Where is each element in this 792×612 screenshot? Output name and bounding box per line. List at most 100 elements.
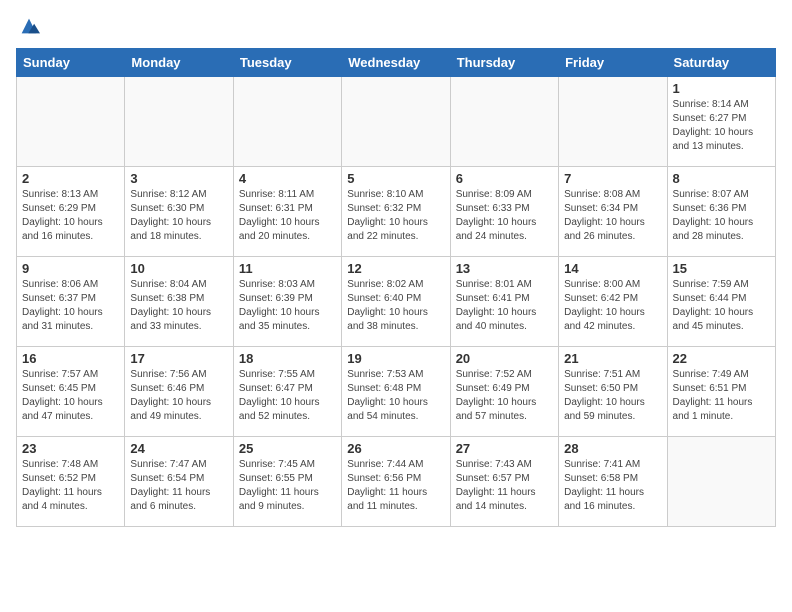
day-info: Sunrise: 7:45 AM Sunset: 6:55 PM Dayligh… [239, 458, 336, 514]
day-number: 13 [456, 261, 553, 276]
day-number: 22 [673, 351, 770, 366]
calendar-cell: 9 Sunrise: 8:06 AM Sunset: 6:37 PM Daylig… [17, 256, 125, 346]
day-number: 6 [456, 171, 553, 186]
calendar-header: SundayMondayTuesdayWednesdayThursdayFrid… [17, 48, 776, 76]
day-info: Sunrise: 8:10 AM Sunset: 6:32 PM Dayligh… [347, 188, 444, 244]
day-info: Sunrise: 7:56 AM Sunset: 6:46 PM Dayligh… [130, 368, 227, 424]
calendar-table: SundayMondayTuesdayWednesdayThursdayFrid… [16, 48, 776, 527]
calendar-cell: 20 Sunrise: 7:52 AM Sunset: 6:49 PM Dayli… [450, 346, 558, 436]
calendar-cell: 18 Sunrise: 7:55 AM Sunset: 6:47 PM Dayli… [233, 346, 341, 436]
calendar-cell: 13Sunrise: 8:01 AM Sunset: 6:41 PM Dayli… [450, 256, 558, 346]
calendar-week-1: 2Sunrise: 8:13 AM Sunset: 6:29 PM Daylig… [17, 166, 776, 256]
day-number: 28 [564, 441, 661, 456]
calendar-cell: 16Sunrise: 7:57 AM Sunset: 6:45 PM Dayli… [17, 346, 125, 436]
day-info: Sunrise: 7:57 AM Sunset: 6:45 PM Dayligh… [22, 368, 119, 424]
calendar-page: SundayMondayTuesdayWednesdayThursdayFrid… [0, 0, 792, 537]
calendar-cell: 21 Sunrise: 7:51 AM Sunset: 6:50 PM Dayli… [559, 346, 667, 436]
calendar-cell [342, 76, 450, 166]
logo-blue [16, 20, 40, 40]
calendar-cell [233, 76, 341, 166]
day-number: 11 [239, 261, 336, 276]
calendar-cell: 28 Sunrise: 7:41 AM Sunset: 6:58 PM Dayli… [559, 436, 667, 526]
day-info: Sunrise: 8:14 AM Sunset: 6:27 PM Dayligh… [673, 98, 770, 154]
day-number: 17 [130, 351, 227, 366]
day-number: 1 [673, 81, 770, 96]
day-info: Sunrise: 8:07 AM Sunset: 6:36 PM Dayligh… [673, 188, 770, 244]
day-number: 2 [22, 171, 119, 186]
calendar-cell: 25 Sunrise: 7:45 AM Sunset: 6:55 PM Dayli… [233, 436, 341, 526]
day-info: Sunrise: 7:52 AM Sunset: 6:49 PM Dayligh… [456, 368, 553, 424]
day-number: 23 [22, 441, 119, 456]
day-info: Sunrise: 7:59 AM Sunset: 6:44 PM Dayligh… [673, 278, 770, 334]
day-info: Sunrise: 8:09 AM Sunset: 6:33 PM Dayligh… [456, 188, 553, 244]
day-number: 3 [130, 171, 227, 186]
calendar-cell: 10 Sunrise: 8:04 AM Sunset: 6:38 PM Dayli… [125, 256, 233, 346]
day-info: Sunrise: 7:41 AM Sunset: 6:58 PM Dayligh… [564, 458, 661, 514]
day-info: Sunrise: 8:11 AM Sunset: 6:31 PM Dayligh… [239, 188, 336, 244]
calendar-cell: 22 Sunrise: 7:49 AM Sunset: 6:51 PM Dayli… [667, 346, 775, 436]
day-info: Sunrise: 7:48 AM Sunset: 6:52 PM Dayligh… [22, 458, 119, 514]
day-info: Sunrise: 8:02 AM Sunset: 6:40 PM Dayligh… [347, 278, 444, 334]
day-number: 24 [130, 441, 227, 456]
logo-icon [18, 15, 40, 37]
calendar-cell [125, 76, 233, 166]
calendar-cell: 19 Sunrise: 7:53 AM Sunset: 6:48 PM Dayli… [342, 346, 450, 436]
header [16, 16, 776, 40]
calendar-cell [17, 76, 125, 166]
calendar-cell: 27Sunrise: 7:43 AM Sunset: 6:57 PM Dayli… [450, 436, 558, 526]
calendar-cell: 24 Sunrise: 7:47 AM Sunset: 6:54 PM Dayli… [125, 436, 233, 526]
calendar-cell: 1 Sunrise: 8:14 AM Sunset: 6:27 PM Daylig… [667, 76, 775, 166]
logo-text [16, 20, 40, 40]
weekday-header-sunday: Sunday [17, 48, 125, 76]
day-info: Sunrise: 8:08 AM Sunset: 6:34 PM Dayligh… [564, 188, 661, 244]
logo [16, 20, 40, 40]
day-number: 25 [239, 441, 336, 456]
calendar-cell: 8Sunrise: 8:07 AM Sunset: 6:36 PM Daylig… [667, 166, 775, 256]
day-number: 20 [456, 351, 553, 366]
weekday-row: SundayMondayTuesdayWednesdayThursdayFrid… [17, 48, 776, 76]
day-number: 7 [564, 171, 661, 186]
day-number: 21 [564, 351, 661, 366]
calendar-cell: 6 Sunrise: 8:09 AM Sunset: 6:33 PM Daylig… [450, 166, 558, 256]
day-number: 15 [673, 261, 770, 276]
day-number: 26 [347, 441, 444, 456]
weekday-header-tuesday: Tuesday [233, 48, 341, 76]
day-info: Sunrise: 7:53 AM Sunset: 6:48 PM Dayligh… [347, 368, 444, 424]
calendar-cell: 4 Sunrise: 8:11 AM Sunset: 6:31 PM Daylig… [233, 166, 341, 256]
calendar-cell [667, 436, 775, 526]
calendar-cell: 26 Sunrise: 7:44 AM Sunset: 6:56 PM Dayli… [342, 436, 450, 526]
weekday-header-wednesday: Wednesday [342, 48, 450, 76]
day-info: Sunrise: 8:12 AM Sunset: 6:30 PM Dayligh… [130, 188, 227, 244]
day-number: 12 [347, 261, 444, 276]
day-number: 19 [347, 351, 444, 366]
day-info: Sunrise: 8:00 AM Sunset: 6:42 PM Dayligh… [564, 278, 661, 334]
calendar-cell [450, 76, 558, 166]
calendar-body: 1 Sunrise: 8:14 AM Sunset: 6:27 PM Daylig… [17, 76, 776, 526]
weekday-header-monday: Monday [125, 48, 233, 76]
calendar-cell: 7 Sunrise: 8:08 AM Sunset: 6:34 PM Daylig… [559, 166, 667, 256]
calendar-cell [559, 76, 667, 166]
day-number: 9 [22, 261, 119, 276]
day-number: 4 [239, 171, 336, 186]
day-number: 18 [239, 351, 336, 366]
day-number: 10 [130, 261, 227, 276]
calendar-cell: 5Sunrise: 8:10 AM Sunset: 6:32 PM Daylig… [342, 166, 450, 256]
day-info: Sunrise: 8:03 AM Sunset: 6:39 PM Dayligh… [239, 278, 336, 334]
day-info: Sunrise: 7:44 AM Sunset: 6:56 PM Dayligh… [347, 458, 444, 514]
calendar-week-0: 1 Sunrise: 8:14 AM Sunset: 6:27 PM Daylig… [17, 76, 776, 166]
calendar-week-4: 23 Sunrise: 7:48 AM Sunset: 6:52 PM Dayli… [17, 436, 776, 526]
calendar-week-3: 16Sunrise: 7:57 AM Sunset: 6:45 PM Dayli… [17, 346, 776, 436]
calendar-cell: 12 Sunrise: 8:02 AM Sunset: 6:40 PM Dayli… [342, 256, 450, 346]
calendar-cell: 2Sunrise: 8:13 AM Sunset: 6:29 PM Daylig… [17, 166, 125, 256]
day-info: Sunrise: 7:51 AM Sunset: 6:50 PM Dayligh… [564, 368, 661, 424]
weekday-header-thursday: Thursday [450, 48, 558, 76]
day-info: Sunrise: 7:47 AM Sunset: 6:54 PM Dayligh… [130, 458, 227, 514]
calendar-cell: 17 Sunrise: 7:56 AM Sunset: 6:46 PM Dayli… [125, 346, 233, 436]
day-info: Sunrise: 8:04 AM Sunset: 6:38 PM Dayligh… [130, 278, 227, 334]
calendar-cell: 11 Sunrise: 8:03 AM Sunset: 6:39 PM Dayli… [233, 256, 341, 346]
day-info: Sunrise: 7:49 AM Sunset: 6:51 PM Dayligh… [673, 368, 770, 424]
calendar-cell: 15 Sunrise: 7:59 AM Sunset: 6:44 PM Dayli… [667, 256, 775, 346]
day-info: Sunrise: 7:55 AM Sunset: 6:47 PM Dayligh… [239, 368, 336, 424]
day-info: Sunrise: 8:06 AM Sunset: 6:37 PM Dayligh… [22, 278, 119, 334]
weekday-header-friday: Friday [559, 48, 667, 76]
